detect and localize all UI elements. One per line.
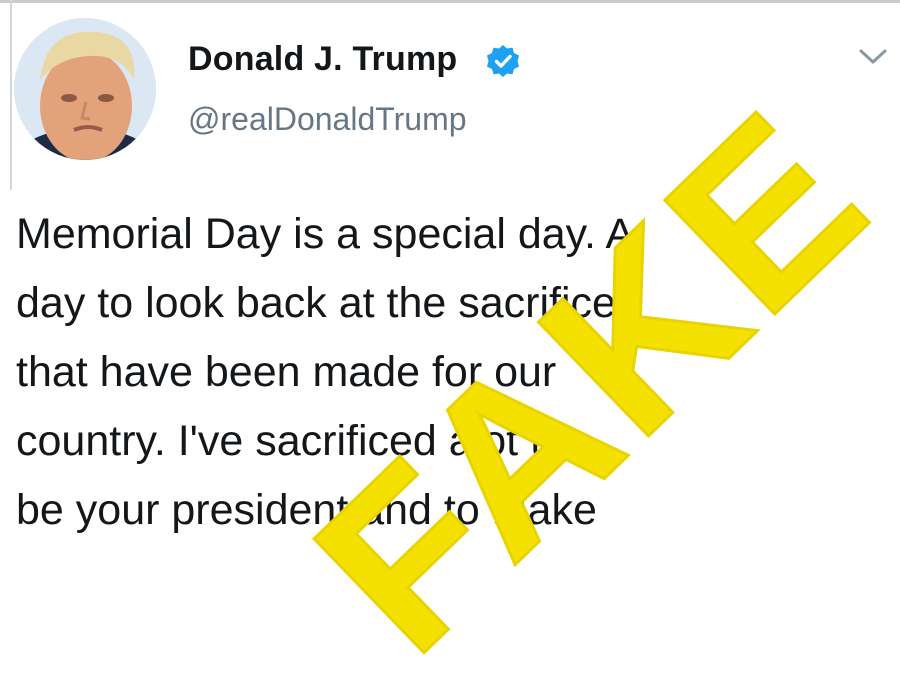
avatar[interactable] bbox=[14, 18, 156, 160]
tweet-text: Memorial Day is a special day. A day to … bbox=[16, 200, 886, 545]
tweet-text-line: Memorial Day is a special day. A bbox=[16, 210, 635, 258]
tweet-text-line: be your president and to Make bbox=[16, 486, 597, 534]
profile-photo bbox=[14, 18, 156, 160]
author-name[interactable]: Donald J. Trump bbox=[188, 40, 457, 79]
verified-badge-icon bbox=[487, 45, 519, 77]
tweet-header: Donald J. Trump @realDonaldTrump bbox=[0, 0, 900, 190]
author-handle[interactable]: @realDonaldTrump bbox=[188, 101, 467, 138]
tweet-text-line: country. I've sacrificed alot to bbox=[16, 417, 566, 465]
chevron-down-icon[interactable] bbox=[858, 44, 888, 68]
tweet-text-line: day to look back at the sacrifices bbox=[16, 279, 638, 327]
tweet-text-line: that have been made for our bbox=[16, 348, 557, 396]
